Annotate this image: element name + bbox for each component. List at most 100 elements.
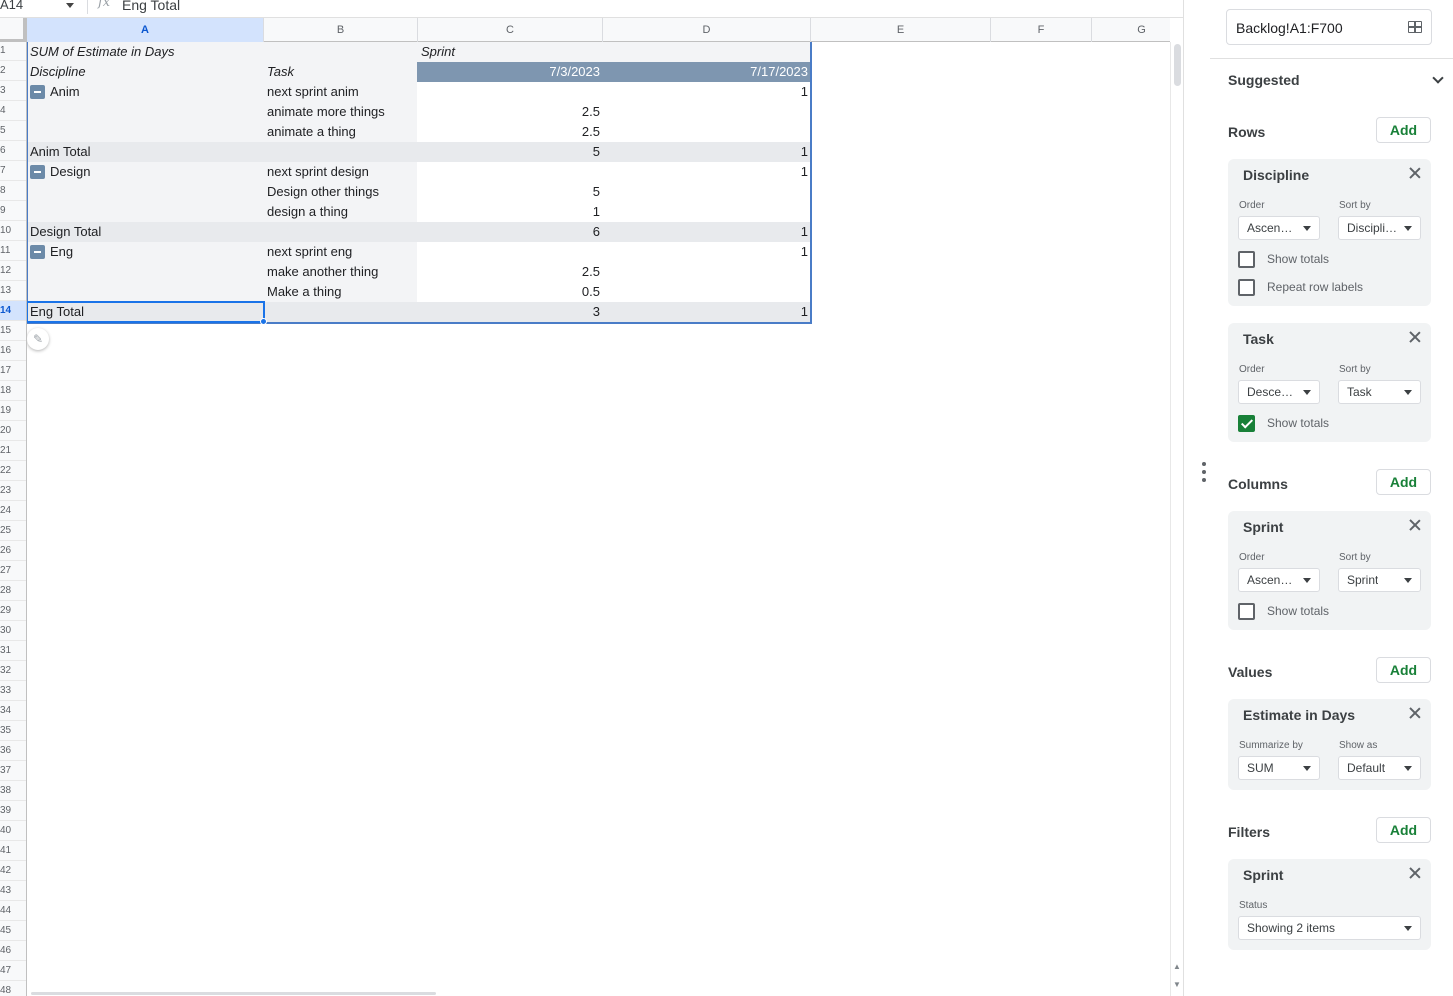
row-header[interactable]: 8 (0, 181, 26, 201)
row-header[interactable]: 32 (0, 661, 26, 681)
value-cell[interactable]: 2.5 (418, 122, 603, 142)
group-total-value[interactable]: 1 (603, 302, 811, 322)
group-total-label[interactable]: Anim Total (27, 142, 264, 162)
value-cell[interactable] (418, 82, 603, 102)
task-cell[interactable]: next sprint anim (264, 82, 418, 102)
close-icon[interactable] (1409, 707, 1421, 719)
row-header[interactable]: 2 (0, 61, 26, 81)
column-header-c[interactable]: C (418, 18, 603, 42)
row-header[interactable]: 4 (0, 101, 26, 121)
row-header[interactable]: 11 (0, 241, 26, 261)
row-header[interactable]: 1 (0, 42, 26, 61)
value-cell[interactable]: 2.5 (418, 102, 603, 122)
row-header[interactable]: 6 (0, 141, 26, 161)
row-header[interactable]: 38 (0, 781, 26, 801)
row-header[interactable]: 24 (0, 501, 26, 521)
group-label-eng[interactable]: Eng (47, 242, 264, 262)
group-label-design[interactable]: Design (47, 162, 264, 182)
value-cell[interactable]: 1 (418, 202, 603, 222)
column-header-g[interactable]: G (1092, 18, 1192, 42)
value-cell[interactable] (603, 262, 811, 282)
group-total-value[interactable]: 6 (418, 222, 603, 242)
column-header-d[interactable]: D (603, 18, 811, 42)
chevron-down-icon[interactable] (1432, 72, 1444, 84)
column-header-f[interactable]: F (991, 18, 1092, 42)
show-totals-checkbox[interactable] (1238, 251, 1255, 268)
show-totals-checkbox[interactable] (1238, 415, 1255, 432)
task-cell[interactable]: design a thing (264, 202, 418, 222)
row-header[interactable]: 40 (0, 821, 26, 841)
scroll-up-arrow-icon[interactable]: ▲ (1173, 962, 1181, 971)
row-header[interactable]: 5 (0, 121, 26, 141)
value-cell[interactable]: 5 (418, 182, 603, 202)
add-row-button[interactable]: Add (1376, 117, 1431, 143)
row-header[interactable]: 25 (0, 521, 26, 541)
row-header[interactable]: 18 (0, 381, 26, 401)
row-header[interactable]: 17 (0, 361, 26, 381)
add-value-button[interactable]: Add (1376, 657, 1431, 683)
row-header[interactable]: 41 (0, 841, 26, 861)
row-header[interactable]: 44 (0, 901, 26, 921)
suggested-section-label[interactable]: Suggested (1228, 72, 1300, 88)
select-all-corner[interactable] (0, 18, 27, 42)
row-header[interactable]: 3 (0, 81, 26, 101)
row-header[interactable]: 7 (0, 161, 26, 181)
panel-resize-handle-icon[interactable] (1202, 462, 1206, 484)
task-cell[interactable]: animate a thing (264, 122, 418, 142)
row-header[interactable]: 26 (0, 541, 26, 561)
group-total-label[interactable]: Eng Total (27, 302, 264, 322)
value-cell[interactable]: 1 (603, 162, 811, 182)
sort-by-dropdown[interactable]: Task (1338, 380, 1421, 404)
filter-status-dropdown[interactable]: Showing 2 items (1238, 916, 1421, 940)
value-cell[interactable] (603, 182, 811, 202)
sort-by-dropdown[interactable]: Discipli… (1338, 216, 1421, 240)
formula-input[interactable]: Eng Total (122, 0, 180, 16)
sprint-date-header[interactable]: 7/17/2023 (603, 62, 811, 82)
group-total-label[interactable]: Design Total (27, 222, 264, 242)
scroll-down-arrow-icon[interactable]: ▼ (1173, 980, 1181, 989)
discipline-header[interactable]: Discipline (27, 62, 264, 82)
close-icon[interactable] (1409, 331, 1421, 343)
group-total-value[interactable]: 3 (418, 302, 603, 322)
row-header[interactable]: 9 (0, 201, 26, 221)
order-dropdown[interactable]: Descen… (1238, 380, 1320, 404)
group-total-value[interactable]: 1 (603, 222, 811, 242)
collapse-group-button[interactable] (30, 165, 45, 179)
pivot-title[interactable]: SUM of Estimate in Days (27, 42, 264, 62)
row-header[interactable]: 47 (0, 961, 26, 981)
add-column-button[interactable]: Add (1376, 469, 1431, 495)
column-header-e[interactable]: E (811, 18, 991, 42)
task-cell[interactable]: next sprint design (264, 162, 418, 182)
group-total-value[interactable]: 1 (603, 142, 811, 162)
close-icon[interactable] (1409, 867, 1421, 879)
show-as-dropdown[interactable]: Default (1338, 756, 1421, 780)
row-header[interactable]: 22 (0, 461, 26, 481)
sprint-date-header[interactable]: 7/3/2023 (418, 62, 603, 82)
value-cell[interactable]: 1 (603, 242, 811, 262)
close-icon[interactable] (1409, 519, 1421, 531)
horizontal-scrollbar[interactable] (27, 992, 1170, 996)
row-header[interactable]: 27 (0, 561, 26, 581)
value-cell[interactable] (418, 242, 603, 262)
row-header[interactable]: 30 (0, 621, 26, 641)
collapse-group-button[interactable] (30, 85, 45, 99)
vertical-scrollbar[interactable]: ▲ ▼ (1170, 42, 1183, 996)
row-header[interactable]: 12 (0, 261, 26, 281)
row-header[interactable]: 31 (0, 641, 26, 661)
value-cell[interactable] (603, 282, 811, 302)
task-cell[interactable]: next sprint eng (264, 242, 418, 262)
row-header[interactable]: 45 (0, 921, 26, 941)
edit-pivot-pencil-icon[interactable]: ✎ (27, 328, 49, 350)
row-header[interactable]: 20 (0, 421, 26, 441)
show-totals-checkbox[interactable] (1238, 603, 1255, 620)
data-range-input[interactable]: Backlog!A1:F700 (1226, 9, 1432, 45)
value-cell[interactable] (603, 122, 811, 142)
group-label-anim[interactable]: Anim (47, 82, 264, 102)
row-header[interactable]: 34 (0, 701, 26, 721)
row-header[interactable]: 37 (0, 761, 26, 781)
task-cell[interactable]: make another thing (264, 262, 418, 282)
fill-handle[interactable] (260, 318, 267, 325)
row-header[interactable]: 14 (0, 301, 26, 321)
pivot-column-field[interactable]: Sprint (418, 42, 603, 62)
row-header[interactable]: 33 (0, 681, 26, 701)
